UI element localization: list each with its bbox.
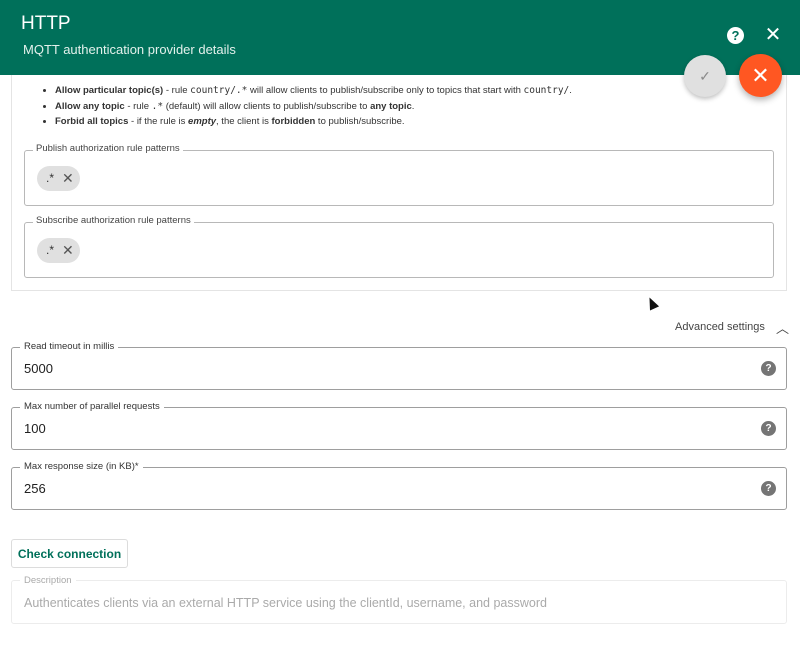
publish-pattern-chip[interactable]: .* ✕ [37,166,80,191]
subscribe-patterns-label: Subscribe authorization rule patterns [33,215,194,226]
read-timeout-label: Read timeout in millis [20,341,119,352]
description-field[interactable]: Description Authenticates clients via an… [11,575,787,624]
chip-remove-icon[interactable]: ✕ [62,170,74,187]
help-icon[interactable]: ? [727,27,744,44]
description-label: Description [20,575,76,586]
max-parallel-requests-input[interactable]: 100 [24,421,46,436]
advanced-settings-toggle[interactable]: Advanced settings [675,321,765,333]
save-fab-button[interactable]: ✓ [684,55,726,97]
cancel-fab-button[interactable]: ✕ [739,54,782,97]
max-parallel-requests-field[interactable]: Max number of parallel requests 100 ? [11,401,787,450]
close-icon[interactable]: ✕ [764,25,782,45]
max-response-size-field[interactable]: Max response size (in KB)* 256 ? [11,461,787,510]
publish-patterns-field[interactable]: Publish authorization rule patterns .* ✕ [24,143,774,206]
check-icon: ✓ [699,68,711,84]
close-icon: ✕ [751,63,770,88]
rule-item-forbid-all: Forbid all topics - if the rule is empty… [55,114,572,130]
chip-remove-icon[interactable]: ✕ [62,242,74,259]
read-timeout-field[interactable]: Read timeout in millis 5000 ? [11,341,787,390]
dialog-subtitle: MQTT authentication provider details [23,42,236,57]
dialog-header: HTTP MQTT authentication provider detail… [0,0,800,75]
dialog-title: HTTP [21,13,71,34]
mouse-cursor-icon [644,295,660,311]
check-connection-button[interactable]: Check connection [11,539,128,568]
read-timeout-input[interactable]: 5000 [24,361,53,376]
subscribe-patterns-field[interactable]: Subscribe authorization rule patterns .*… [24,215,774,278]
help-circle-icon[interactable]: ? [761,481,776,496]
max-parallel-requests-label: Max number of parallel requests [20,401,164,412]
help-circle-icon[interactable]: ? [761,361,776,376]
help-circle-icon[interactable]: ? [761,421,776,436]
max-response-size-label: Max response size (in KB)* [20,461,143,472]
chevron-up-icon[interactable]: ︿ [776,318,789,337]
rules-help-list: Allow particular topic(s) - rule country… [55,83,572,130]
description-input[interactable]: Authenticates clients via an external HT… [24,596,547,610]
publish-patterns-label: Publish authorization rule patterns [33,143,183,154]
rule-item-any-topic: Allow any topic - rule .* (default) will… [55,99,572,115]
max-response-size-input[interactable]: 256 [24,481,46,496]
subscribe-pattern-chip[interactable]: .* ✕ [37,238,80,263]
rule-item-particular-topic: Allow particular topic(s) - rule country… [55,83,572,99]
